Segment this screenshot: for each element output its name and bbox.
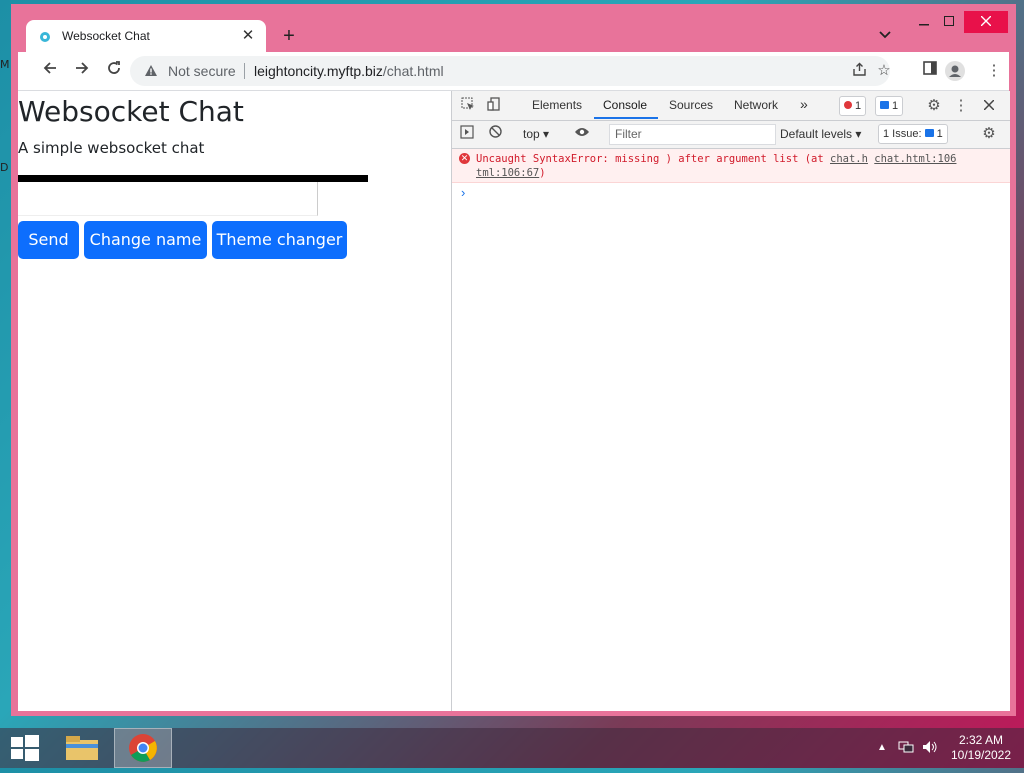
tab-console[interactable]: Console [603, 98, 647, 112]
desktop-icon-label-d: D [0, 161, 9, 174]
inspect-element-icon[interactable] [459, 97, 477, 115]
browser-content: Websocket Chat A simple websocket chat S… [18, 91, 1010, 711]
clear-console-icon[interactable] [486, 125, 504, 143]
desktop-icon-label-m: M [0, 58, 10, 71]
context-label: top [523, 127, 540, 141]
clock-time: 2:32 AM [958, 733, 1004, 747]
taskbar: ▲ 2:32 AM 10/19/2022 [0, 728, 1024, 768]
send-button[interactable]: Send [18, 221, 79, 259]
start-button[interactable] [0, 728, 48, 768]
context-selector[interactable]: top ▾ [523, 127, 549, 141]
profile-avatar[interactable] [945, 61, 965, 81]
message-badge-icon [880, 101, 889, 109]
network-icon[interactable] [898, 740, 914, 757]
error-text: Uncaught SyntaxError: missing ) after ar… [476, 152, 991, 180]
log-levels-label: Default levels [780, 127, 853, 141]
maximize-button[interactable] [933, 11, 965, 33]
error-count: 1 [855, 100, 862, 112]
address-separator [244, 63, 245, 79]
browser-window: Websocket Chat ✕ + Not secure leightonci… [11, 4, 1016, 716]
console-toolbar: top ▾ Filter Default levels ▾ 1 Issue: 1… [452, 121, 1010, 149]
bookmark-star-icon[interactable]: ☆ [875, 62, 893, 80]
tab-close-icon[interactable]: ✕ [238, 26, 258, 46]
theme-changer-button[interactable]: Theme changer [212, 221, 347, 259]
message-count-badge[interactable]: 1 [875, 96, 904, 116]
live-expression-eye-icon[interactable] [573, 125, 591, 143]
url-host: leightoncity.myftp.biz [254, 63, 383, 79]
new-tab-button[interactable]: + [277, 25, 301, 49]
not-secure-label[interactable]: Not secure [168, 63, 236, 79]
issues-label: 1 Issue: [883, 128, 922, 140]
back-arrow-icon[interactable] [38, 59, 62, 83]
log-levels-chevron-icon: ▾ [855, 127, 862, 141]
tab-strip: Websocket Chat ✕ + [11, 4, 1016, 54]
issues-count: 1 [936, 128, 943, 140]
share-icon[interactable] [850, 62, 868, 80]
message-count: 1 [892, 100, 899, 112]
system-clock[interactable]: 2:32 AM 10/19/2022 [946, 733, 1016, 763]
error-message: Uncaught SyntaxError: missing ) after ar… [476, 153, 831, 165]
devtools-close-icon[interactable] [980, 97, 998, 115]
devtools-menu-icon[interactable]: ⋮ [952, 97, 970, 115]
forward-arrow-icon[interactable] [70, 59, 94, 83]
error-location-link[interactable]: chat.html:106 [874, 153, 956, 165]
console-prompt-icon[interactable]: › [461, 185, 465, 200]
error-badge-icon [844, 101, 852, 109]
error-location-link-cont[interactable]: tml:106:67 [476, 167, 539, 179]
log-levels-dropdown[interactable]: Default levels ▾ [780, 127, 861, 141]
favicon-icon [38, 30, 52, 44]
console-settings-gear-icon[interactable]: ⚙ [980, 125, 998, 143]
reload-icon[interactable] [102, 59, 126, 83]
show-hidden-icons-icon[interactable]: ▲ [877, 742, 887, 753]
chat-log-area [18, 175, 368, 182]
error-close-paren: ) [539, 167, 546, 179]
address-bar[interactable]: Not secure leightoncity.myftp.biz/chat.h… [130, 56, 893, 86]
error-icon: ✕ [459, 153, 470, 164]
devtools-tabbar: Elements Console Sources Network » 1 1 ⚙… [452, 91, 1010, 121]
issues-badge-icon [924, 129, 934, 137]
tab-elements[interactable]: Elements [532, 98, 582, 112]
tab-websocket-chat[interactable]: Websocket Chat ✕ [26, 20, 266, 54]
file-explorer-icon[interactable] [58, 728, 106, 768]
chrome-taskbar-icon[interactable] [114, 728, 172, 768]
browser-toolbar: Not secure leightoncity.myftp.biz/chat.h… [18, 52, 1009, 91]
console-filter-input[interactable]: Filter [609, 124, 776, 145]
browser-menu-icon[interactable]: ⋮ [984, 61, 1004, 81]
warning-icon[interactable] [144, 64, 158, 82]
window-close-button[interactable] [964, 11, 1008, 33]
change-name-button[interactable]: Change name [84, 221, 207, 259]
console-error-message: ✕ Uncaught SyntaxError: missing ) after … [452, 149, 1010, 183]
tab-network[interactable]: Network [734, 98, 778, 112]
url-path: /chat.html [382, 63, 444, 79]
clock-date: 10/19/2022 [950, 748, 1012, 762]
more-tabs-icon[interactable]: » [800, 96, 808, 112]
issues-badge[interactable]: 1 Issue: 1 [878, 124, 948, 144]
devtools-settings-gear-icon[interactable]: ⚙ [925, 97, 943, 115]
error-source-link[interactable]: chat.h [830, 153, 868, 165]
volume-icon[interactable] [922, 740, 938, 757]
tab-title: Websocket Chat [62, 29, 150, 43]
active-tab-indicator [594, 117, 658, 119]
side-panel-icon[interactable] [920, 61, 940, 81]
page-subtitle: A simple websocket chat [18, 139, 205, 157]
context-dropdown-icon: ▾ [543, 127, 550, 141]
tab-sources[interactable]: Sources [669, 98, 713, 112]
message-input[interactable] [18, 182, 318, 216]
chat-page: Websocket Chat A simple websocket chat S… [18, 91, 451, 711]
tab-search-chevron-icon[interactable] [875, 28, 895, 48]
console-sidebar-icon[interactable] [458, 125, 476, 143]
error-count-badge[interactable]: 1 [839, 96, 867, 116]
devtools-panel: Elements Console Sources Network » 1 1 ⚙… [451, 91, 1010, 711]
url-text[interactable]: leightoncity.myftp.biz/chat.html [254, 63, 444, 79]
page-title: Websocket Chat [18, 95, 244, 128]
device-toolbar-icon[interactable] [485, 97, 503, 115]
